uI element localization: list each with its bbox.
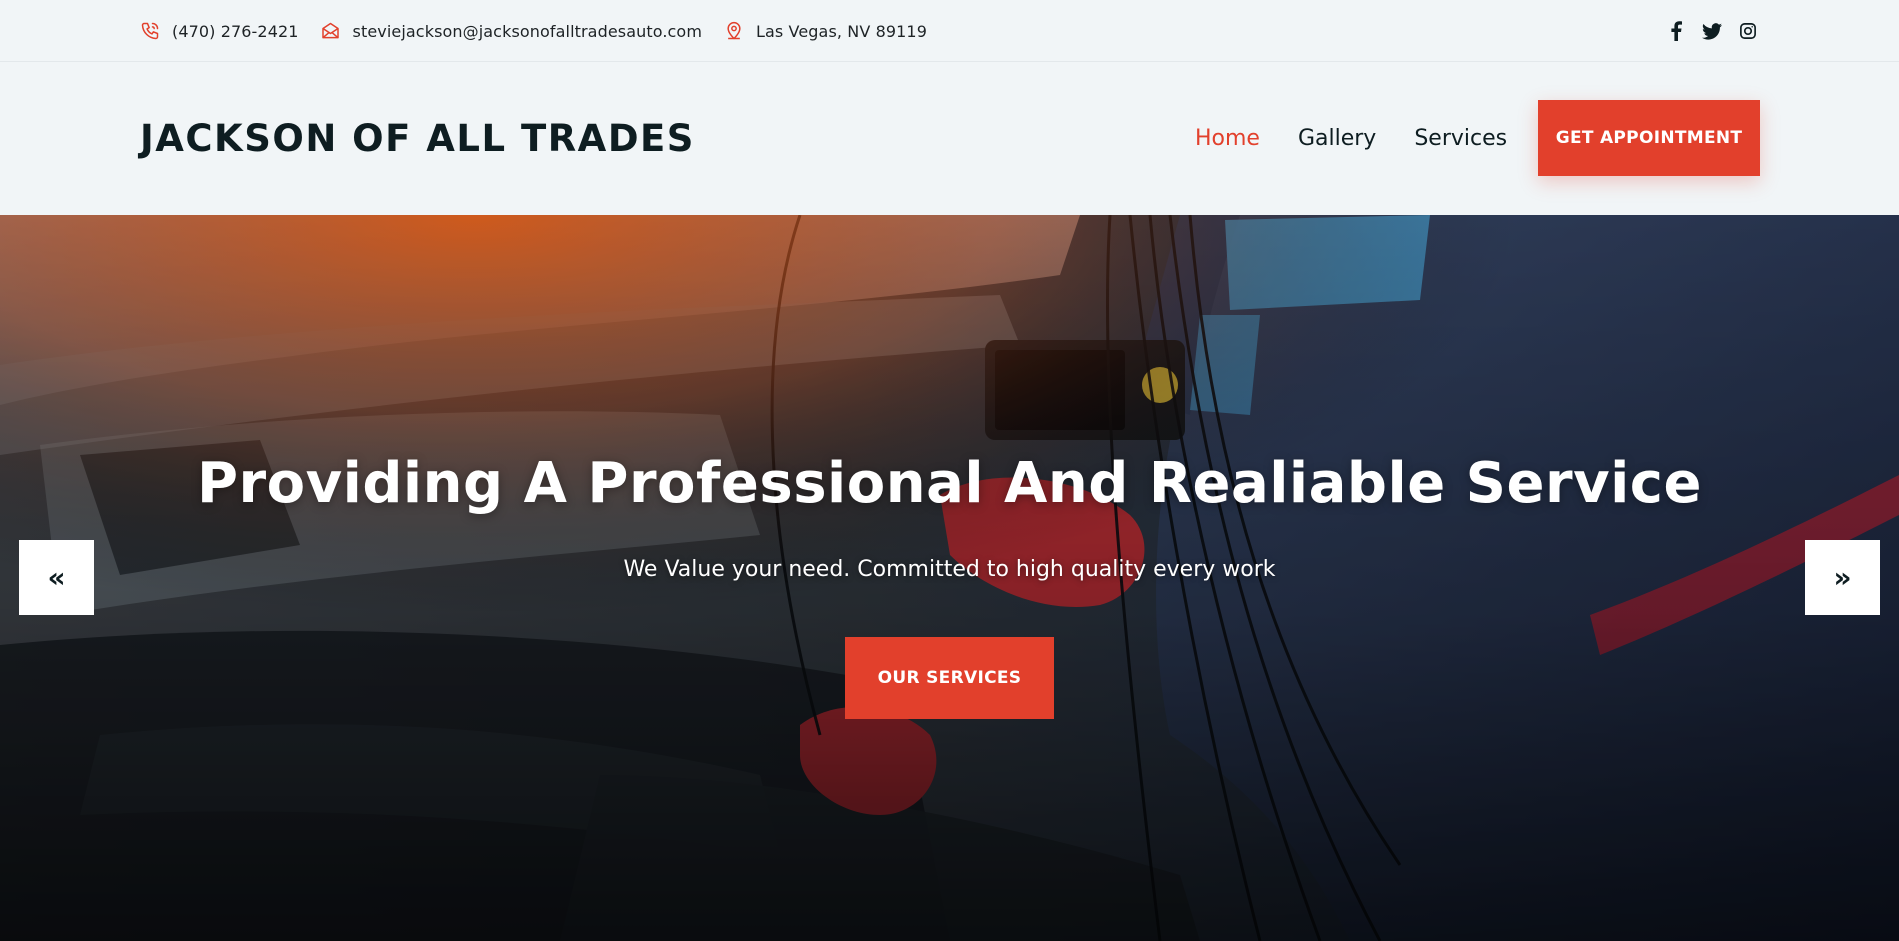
instagram-icon[interactable]: [1737, 20, 1759, 42]
hero-slider: Providing A Professional And Realiable S…: [0, 215, 1899, 941]
nav-home[interactable]: Home: [1195, 126, 1260, 151]
map-pin-icon: [722, 19, 746, 43]
phone-contact[interactable]: (470) 276-2421: [138, 19, 299, 43]
envelope-icon: [319, 19, 343, 43]
hero-title: Providing A Professional And Realiable S…: [197, 451, 1702, 516]
top-bar: (470) 276-2421 steviejackson@jacksonofal…: [0, 0, 1899, 62]
our-services-button[interactable]: OUR SERVICES: [845, 637, 1054, 719]
hero-subtitle: We Value your need. Committed to high qu…: [623, 557, 1276, 582]
slider-prev-button[interactable]: «: [19, 540, 94, 615]
social-links: [1651, 0, 1759, 62]
contact-info: (470) 276-2421 steviejackson@jacksonofal…: [138, 0, 947, 62]
phone-icon: [138, 19, 162, 43]
site-logo[interactable]: JACKSON OF ALL TRADES: [140, 116, 695, 162]
chevron-double-right-icon: »: [1833, 561, 1852, 594]
location-text: Las Vegas, NV 89119: [756, 21, 927, 41]
chevron-double-left-icon: «: [47, 561, 66, 594]
nav-services[interactable]: Services: [1414, 126, 1507, 151]
facebook-icon[interactable]: [1665, 20, 1687, 42]
slider-next-button[interactable]: »: [1805, 540, 1880, 615]
nav-gallery[interactable]: Gallery: [1298, 126, 1376, 151]
location-contact: Las Vegas, NV 89119: [722, 19, 927, 43]
phone-number: (470) 276-2421: [172, 21, 299, 41]
email-address: steviejackson@jacksonofalltradesauto.com: [352, 21, 703, 41]
email-contact[interactable]: steviejackson@jacksonofalltradesauto.com: [319, 19, 702, 43]
twitter-icon[interactable]: [1701, 20, 1723, 42]
main-nav: Home Gallery Services: [1195, 62, 1545, 215]
main-header: JACKSON OF ALL TRADES Home Gallery Servi…: [0, 62, 1899, 215]
get-appointment-button[interactable]: GET APPOINTMENT: [1538, 100, 1760, 176]
